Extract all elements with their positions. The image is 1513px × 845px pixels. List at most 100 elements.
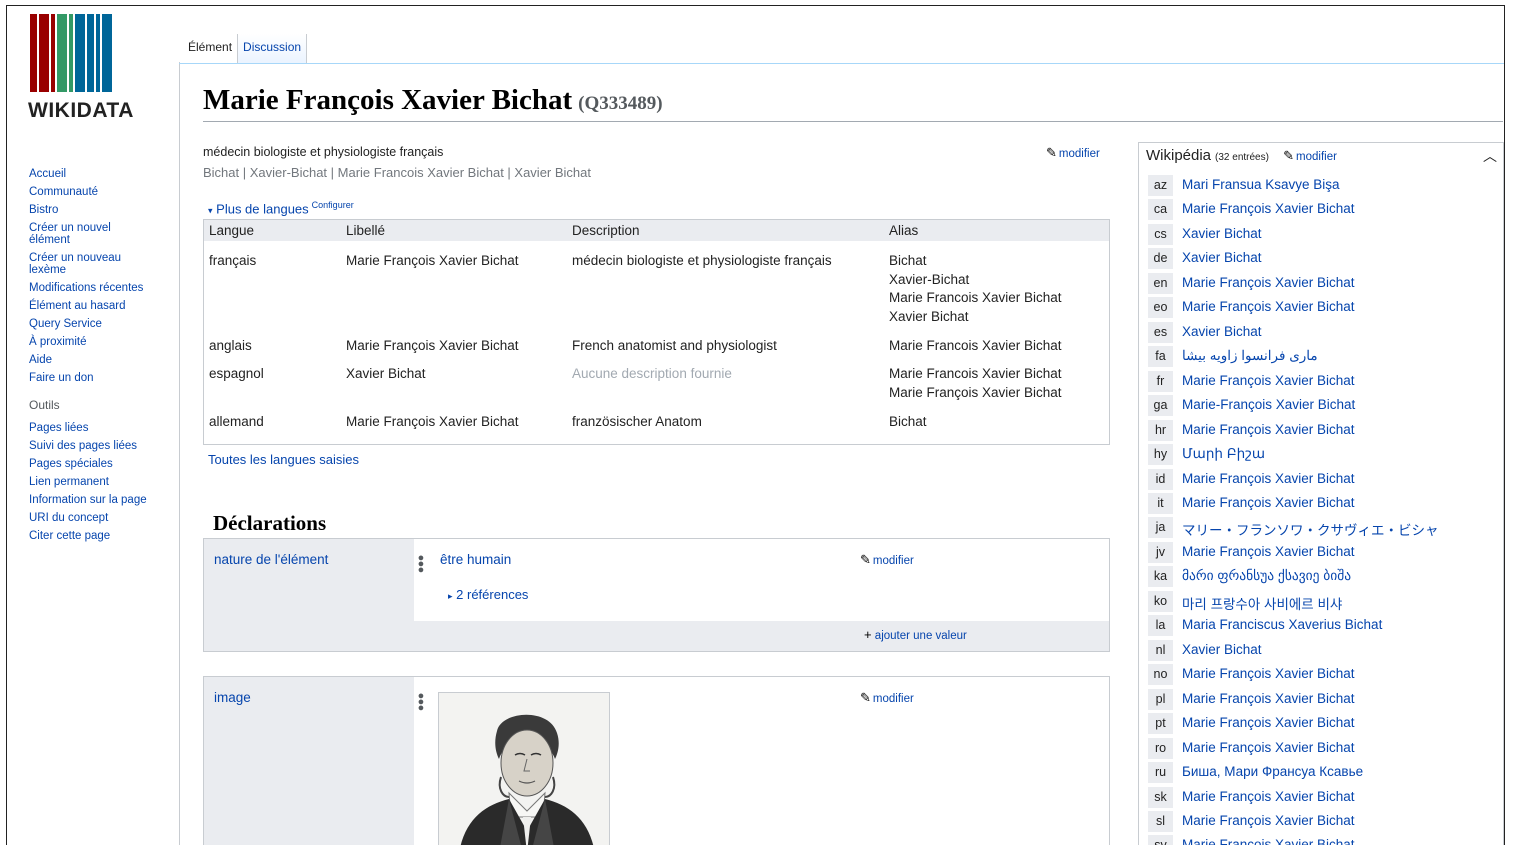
- sidebar-item-page-info[interactable]: Information sur la page: [29, 494, 179, 506]
- sitelink-title[interactable]: Marie François Xavier Bichat: [1182, 691, 1355, 706]
- sitelink-language-code: no: [1148, 664, 1173, 686]
- sidebar-item-recent-changes[interactable]: Modifications récentes: [29, 282, 179, 294]
- tab-item[interactable]: Élément: [183, 34, 238, 64]
- statement-value[interactable]: être humain: [440, 552, 511, 567]
- table-cell-alias: Marie François Xavier Bichat: [889, 385, 1062, 400]
- sidebar-item-bistro[interactable]: Bistro: [29, 204, 179, 216]
- sidebar-item-nearby[interactable]: À proximité: [29, 336, 179, 348]
- languages-table: Langue Libellé Description Alias françai…: [203, 219, 1110, 445]
- tabs-divider: [179, 63, 1504, 64]
- sitelink-title[interactable]: Marie François Xavier Bichat: [1182, 373, 1355, 388]
- sidebar-item-create-item[interactable]: Créer un nouvel élément: [29, 222, 121, 246]
- table-cell-alias: Xavier-Bichat: [889, 272, 970, 287]
- sidebar-item-special-pages[interactable]: Pages spéciales: [29, 458, 179, 470]
- collapse-chevron-up-icon[interactable]: ︿: [1483, 146, 1497, 166]
- sidebar-item-random-item[interactable]: Élément au hasard: [29, 300, 179, 312]
- property-link[interactable]: nature de l'élément: [214, 552, 328, 567]
- references-toggle[interactable]: ▸ 2 références: [448, 587, 528, 602]
- edit-label: modifier: [872, 555, 914, 567]
- portrait-image[interactable]: [438, 692, 610, 845]
- logo-text: WIKIDATA: [28, 99, 134, 122]
- sitelink-title[interactable]: მარი ფრანსუა ქსავიე ბიშა: [1182, 568, 1351, 584]
- caret-right-icon: ▸: [448, 591, 453, 601]
- table-cell-label: Marie François Xavier Bichat: [346, 338, 519, 353]
- statement-group: nature de l'élément ● ● ● être humain ▸ 2 …: [203, 538, 1110, 652]
- sidebar-item-permanent-link[interactable]: Lien permanent: [29, 476, 179, 488]
- sitelink-title[interactable]: Marie-François Xavier Bichat: [1182, 397, 1355, 412]
- table-cell-label: Marie François Xavier Bichat: [346, 414, 519, 429]
- sitelink-title[interactable]: Xavier Bichat: [1182, 324, 1262, 339]
- tab-discussion[interactable]: Discussion: [237, 34, 308, 64]
- sitelink-title[interactable]: Биша, Мари Франсуа Ксавье: [1182, 764, 1363, 779]
- edit-termbox-button[interactable]: ✎ modifier: [1046, 145, 1100, 161]
- sidebar-item-concept-uri[interactable]: URI du concept: [29, 512, 179, 524]
- sitelink-title[interactable]: Marie François Xavier Bichat: [1182, 837, 1355, 845]
- more-languages-toggle[interactable]: ▾ Plus de langues Configurer: [208, 200, 354, 216]
- sitelink-row: ca Marie François Xavier Bichat: [1148, 199, 1498, 221]
- edit-label: modifier: [1058, 148, 1100, 160]
- sitelink-title[interactable]: Marie François Xavier Bichat: [1182, 495, 1355, 510]
- sitelink-language-code: ca: [1148, 199, 1173, 221]
- table-cell-alias: Marie Francois Xavier Bichat: [889, 290, 1062, 305]
- sitelink-row: ko 마리 프랑수아 사비에르 비샤: [1148, 590, 1498, 613]
- sidebar-item-communaute[interactable]: Communauté: [29, 186, 179, 198]
- sitelink-title[interactable]: Marie François Xavier Bichat: [1182, 275, 1355, 290]
- rank-icon[interactable]: ● ● ●: [417, 691, 425, 714]
- sitelink-language-code: pl: [1148, 688, 1173, 710]
- sidebar-item-create-lexeme[interactable]: Créer un nouveau lexème: [29, 252, 129, 276]
- sitelink-language-code: pt: [1148, 713, 1173, 735]
- all-languages-link[interactable]: Toutes les langues saisies: [208, 452, 359, 467]
- sitelink-title[interactable]: Xavier Bichat: [1182, 226, 1262, 241]
- add-value-button[interactable]: + ajouter une valeur: [864, 627, 967, 642]
- sitelink-title[interactable]: Marie François Xavier Bichat: [1182, 789, 1355, 804]
- table-cell-label: Xavier Bichat: [346, 366, 426, 381]
- sitelink-row: ro Marie François Xavier Bichat: [1148, 737, 1498, 760]
- configure-link[interactable]: Configurer: [312, 200, 354, 210]
- page-title: Marie François Xavier Bichat (Q333489): [203, 84, 663, 117]
- sitelink-title[interactable]: Marie François Xavier Bichat: [1182, 471, 1355, 486]
- barcode-logo-icon: [30, 14, 112, 92]
- table-cell-alias: Xavier Bichat: [889, 309, 969, 324]
- sitelink-title[interactable]: Xavier Bichat: [1182, 642, 1262, 657]
- rank-icon[interactable]: ● ● ●: [417, 553, 425, 576]
- sitelink-title[interactable]: Marie François Xavier Bichat: [1182, 715, 1355, 730]
- sidebar-item-query-service[interactable]: Query Service: [29, 318, 179, 330]
- sitelink-title[interactable]: Մարի Բիշա: [1182, 446, 1265, 462]
- sidebar-item-what-links-here[interactable]: Pages liées: [29, 422, 179, 434]
- sitelink-row: ja マリー・フランソワ・クサヴィエ・ビシャ: [1148, 517, 1498, 539]
- sitelink-row: it Marie François Xavier Bichat: [1148, 492, 1498, 515]
- sitelink-language-code: nl: [1148, 639, 1173, 661]
- wikipedia-count: (32 entrées): [1215, 152, 1269, 163]
- sitelink-row: jv Marie François Xavier Bichat: [1148, 541, 1498, 564]
- sitelink-title[interactable]: Marie François Xavier Bichat: [1182, 666, 1355, 681]
- sitelink-row: cs Xavier Bichat: [1148, 223, 1498, 246]
- sitelink-title[interactable]: Marie François Xavier Bichat: [1182, 544, 1355, 559]
- sitelink-title[interactable]: Marie François Xavier Bichat: [1182, 299, 1355, 314]
- title-divider: [203, 121, 1503, 122]
- sitelink-title[interactable]: Xavier Bichat: [1182, 250, 1262, 265]
- edit-sitelinks-button[interactable]: ✎ modifier: [1283, 148, 1337, 163]
- sitelink-language-code: fa: [1148, 346, 1173, 368]
- edit-statement-button[interactable]: ✎ modifier: [860, 552, 914, 568]
- sitelink-title[interactable]: マリー・フランソワ・クサヴィエ・ビシャ: [1182, 519, 1439, 539]
- sitelink-title[interactable]: Marie François Xavier Bichat: [1182, 201, 1355, 216]
- sitelink-title[interactable]: Marie François Xavier Bichat: [1182, 422, 1355, 437]
- sidebar-item-accueil[interactable]: Accueil: [29, 168, 179, 180]
- sidebar-item-cite-page[interactable]: Citer cette page: [29, 530, 179, 542]
- add-value-label: ajouter une valeur: [874, 630, 967, 642]
- property-link[interactable]: image: [214, 690, 251, 705]
- sitelink-title[interactable]: Marie François Xavier Bichat: [1182, 740, 1355, 755]
- sitelink-title[interactable]: ماری فرانسوا زاویه بیشا: [1182, 348, 1318, 364]
- table-cell-language: français: [209, 253, 257, 268]
- entity-description: médecin biologiste et physiologiste fran…: [203, 145, 444, 159]
- sitelink-title[interactable]: Mari Fransua Ksavye Bişa: [1182, 177, 1340, 192]
- sidebar-item-related-changes[interactable]: Suivi des pages liées: [29, 440, 179, 452]
- sitelink-title[interactable]: Marie François Xavier Bichat: [1182, 813, 1355, 828]
- table-cell-language: espagnol: [209, 366, 264, 381]
- sidebar-item-donate[interactable]: Faire un don: [29, 372, 179, 384]
- edit-statement-button[interactable]: ✎ modifier: [860, 690, 914, 706]
- wikidata-logo[interactable]: WIKIDATA: [28, 12, 153, 122]
- sitelink-title[interactable]: Maria Franciscus Xaverius Bichat: [1182, 617, 1382, 632]
- sidebar-item-help[interactable]: Aide: [29, 354, 179, 366]
- sitelink-title[interactable]: 마리 프랑수아 사비에르 비샤: [1182, 593, 1342, 613]
